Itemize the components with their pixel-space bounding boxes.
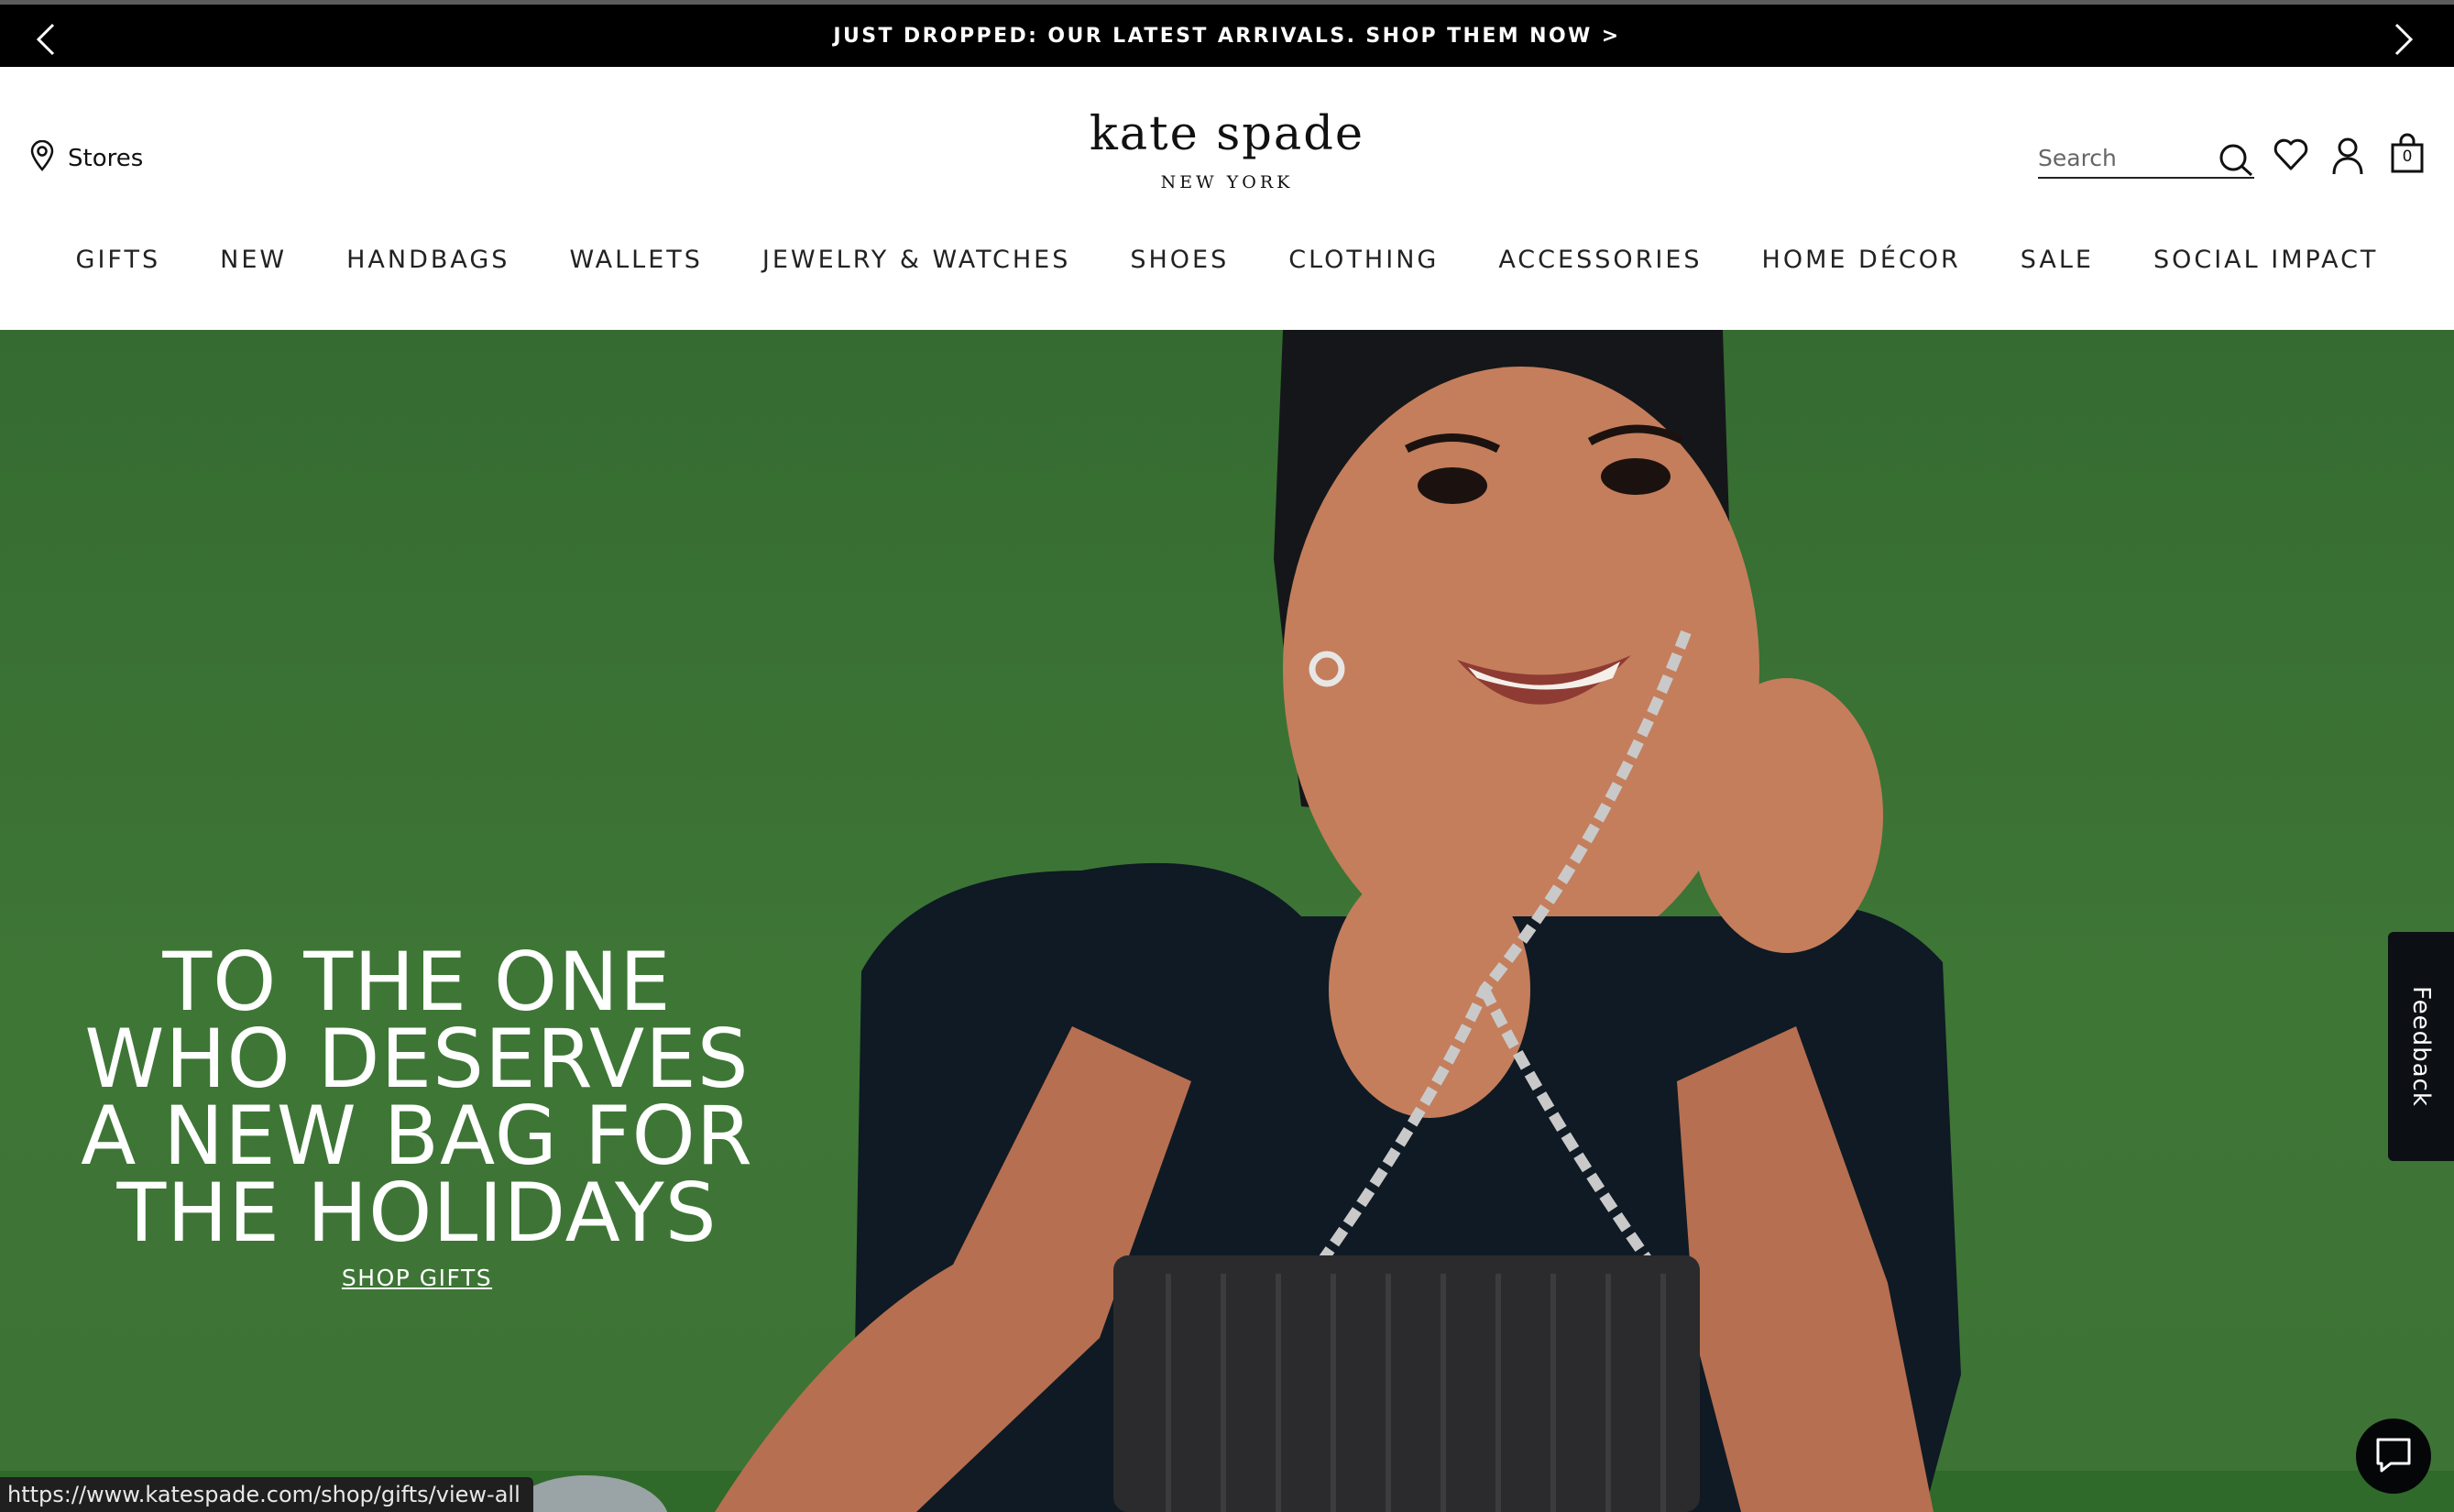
- nav-item-sale[interactable]: SALE: [2021, 246, 2094, 282]
- location-pin-icon: [29, 139, 55, 176]
- account-user-icon[interactable]: [2331, 137, 2364, 180]
- nav-item-jewelry-watches[interactable]: JEWELRY & WATCHES: [762, 246, 1070, 282]
- nav-item-shoes[interactable]: SHOES: [1130, 246, 1229, 282]
- nav-item-accessories[interactable]: ACCESSORIES: [1498, 246, 1702, 282]
- shop-gifts-link[interactable]: SHOP GIFTS: [342, 1265, 492, 1291]
- main-nav: GIFTS NEW HANDBAGS WALLETS JEWELRY & WAT…: [0, 246, 2454, 282]
- nav-item-gifts[interactable]: GIFTS: [76, 246, 161, 282]
- search-box: [2038, 138, 2254, 179]
- logo-wordmark: kate spade: [1089, 107, 1365, 161]
- nav-item-social-impact[interactable]: SOCIAL IMPACT: [2153, 246, 2378, 282]
- browser-status-url: https://www.katespade.com/shop/gifts/vie…: [0, 1477, 533, 1512]
- chat-bubble-icon: [2372, 1434, 2415, 1479]
- site-header: Stores kate spade NEW YORK 0 GIF: [0, 67, 2454, 330]
- search-input[interactable]: [2038, 144, 2212, 171]
- nav-item-new[interactable]: NEW: [220, 246, 287, 282]
- nav-item-handbags[interactable]: HANDBAGS: [346, 246, 509, 282]
- wishlist-heart-icon[interactable]: [2273, 137, 2309, 176]
- chevron-left-icon[interactable]: [32, 23, 60, 56]
- chat-button[interactable]: [2356, 1419, 2431, 1494]
- stores-link[interactable]: Stores: [29, 139, 144, 176]
- bag-count: 0: [2402, 148, 2413, 166]
- chevron-right-icon[interactable]: [2390, 23, 2417, 56]
- stores-label: Stores: [68, 144, 144, 172]
- hero-banner[interactable]: TO THE ONE WHO DESERVES A NEW BAG FOR TH…: [0, 330, 2454, 1512]
- hero-model-image: [0, 330, 2454, 1512]
- kate-spade-logo[interactable]: kate spade NEW YORK: [1090, 111, 1364, 192]
- feedback-label: Feedback: [2407, 986, 2436, 1107]
- announcement-link[interactable]: JUST DROPPED: OUR LATEST ARRIVALS. SHOP …: [833, 25, 1620, 48]
- nav-item-wallets[interactable]: WALLETS: [569, 246, 702, 282]
- announcement-bar: JUST DROPPED: OUR LATEST ARRIVALS. SHOP …: [0, 0, 2454, 67]
- logo-subtitle: NEW YORK: [1160, 172, 1294, 192]
- hero-headline: TO THE ONE WHO DESERVES A NEW BAG FOR TH…: [81, 935, 753, 1260]
- feedback-tab[interactable]: Feedback: [2388, 932, 2454, 1161]
- shopping-bag-icon[interactable]: 0: [2390, 133, 2425, 178]
- nav-item-clothing[interactable]: CLOTHING: [1288, 246, 1439, 282]
- nav-item-home-decor[interactable]: HOME DÉCOR: [1762, 246, 1961, 282]
- search-icon[interactable]: [2218, 142, 2254, 181]
